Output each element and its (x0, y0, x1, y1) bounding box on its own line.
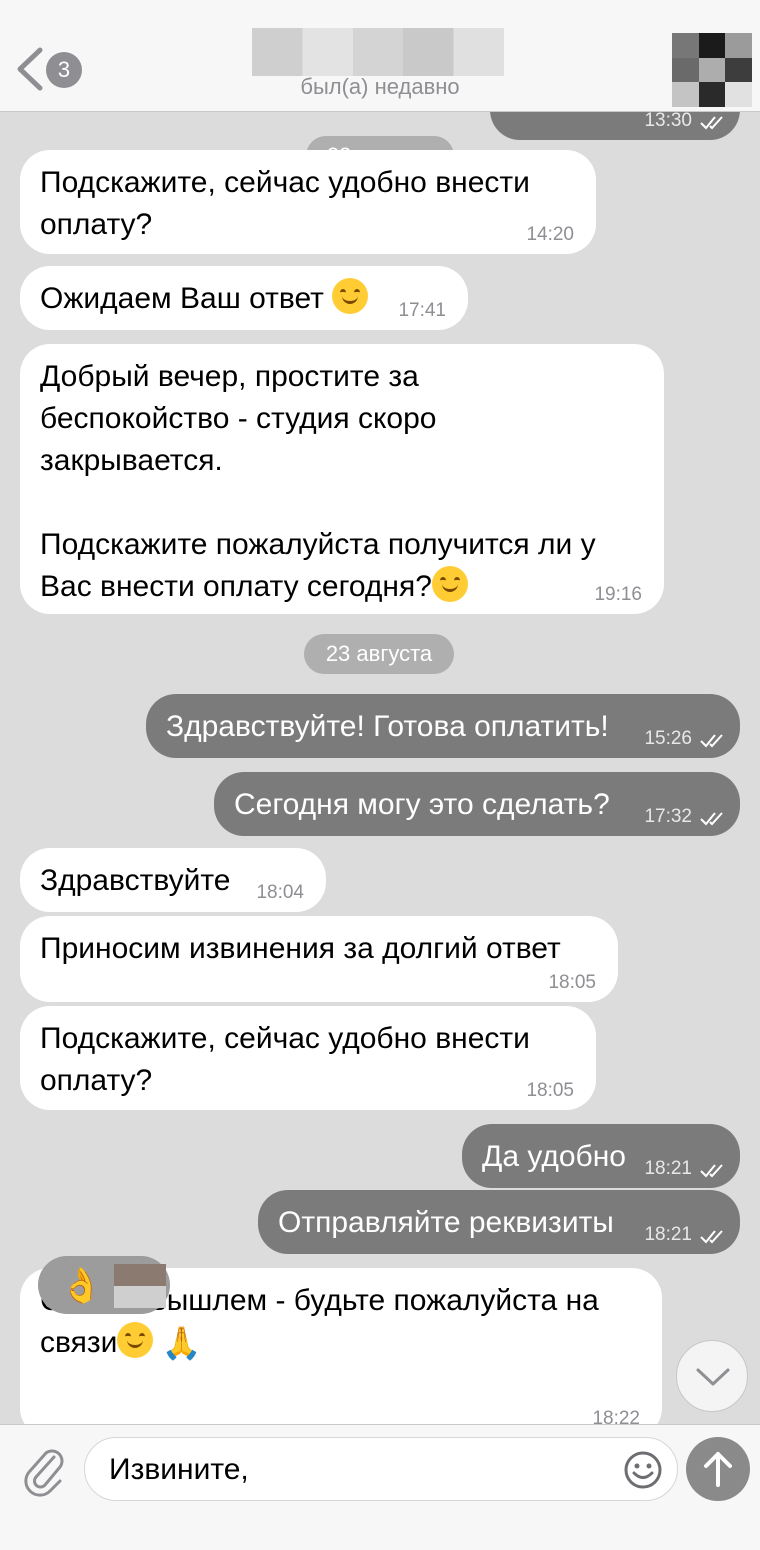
avatar[interactable] (672, 33, 752, 107)
message-time: 17:41 (398, 300, 446, 321)
message-incoming[interactable]: Приносим извинения за долгий ответ 18:05 (20, 916, 618, 1002)
message-outgoing[interactable]: Сегодня могу это сделать? 17:32 (214, 772, 740, 836)
message-text: Здравствуйте! Готова оплатить! (166, 710, 609, 743)
contact-name-blurred[interactable] (252, 28, 504, 76)
message-text: Приносим извинения за долгий ответ (40, 932, 561, 965)
double-check-icon (700, 734, 723, 748)
reaction-pill[interactable]: 👌 (38, 1256, 170, 1314)
message-text: Подскажите, сейчас удобно внести оплату? (40, 166, 530, 241)
message-outgoing[interactable]: Отправляйте реквизиты 18:21 (258, 1190, 740, 1254)
message-text: Да удобно (482, 1140, 626, 1173)
smiley-icon[interactable] (623, 1450, 663, 1490)
message-text: Здравствуйте (40, 864, 231, 897)
message-text: Сегодня могу это сделать? (234, 788, 610, 821)
reactor-avatar-blurred (114, 1264, 166, 1308)
message-time: 18:22 (592, 1408, 640, 1424)
message-incoming[interactable]: Здравствуйте 18:04 (20, 848, 326, 912)
message-incoming[interactable]: Добрый вечер, простите за беспокойство -… (20, 344, 664, 614)
paperclip-icon[interactable] (20, 1441, 66, 1497)
message-text: Ожидаем Ваш ответ (40, 282, 333, 315)
message-incoming[interactable]: Подскажите, сейчас удобно внести оплату?… (20, 150, 596, 254)
ok-hand-emoji-icon: 👌 (60, 1267, 103, 1305)
double-check-icon (700, 116, 723, 130)
chevron-down-icon (696, 1368, 730, 1386)
message-text: Подскажите, сейчас удобно внести оплату? (40, 1022, 530, 1097)
message-time: 17:32 (644, 806, 692, 827)
message-input[interactable]: Извините, (84, 1437, 678, 1501)
chat-header: 3 был(а) недавно (0, 0, 760, 112)
message-time: 18:05 (526, 1080, 574, 1101)
message-time: 14:20 (526, 224, 574, 245)
message-time: 13:30 (644, 112, 692, 131)
message-text: Отправляйте реквизиты (278, 1206, 614, 1239)
double-check-icon (700, 812, 723, 826)
message-time: 15:26 (644, 728, 692, 749)
smiling-emoji-icon (431, 566, 468, 602)
double-check-icon (700, 1230, 723, 1244)
message-outgoing[interactable]: Да удобно 18:21 (462, 1124, 740, 1188)
contact-status: был(а) недавно (300, 74, 460, 99)
message-incoming[interactable]: Подскажите, сейчас удобно внести оплату?… (20, 1006, 596, 1110)
date-separator: 23 августа (304, 634, 454, 674)
message-time: 18:05 (548, 972, 596, 993)
message-text: Добрый вечер, простите за беспокойство -… (40, 360, 596, 603)
message-input-text: Извините, (109, 1453, 249, 1486)
composer-bar: Извините, (0, 1424, 760, 1550)
smiling-emoji-icon (332, 278, 369, 314)
message-time: 19:16 (594, 584, 642, 605)
message-outgoing[interactable]: Здравствуйте! Готова оплатить! 15:26 (146, 694, 740, 758)
arrow-up-icon (704, 1452, 732, 1487)
message-time: 18:21 (644, 1224, 692, 1245)
send-button[interactable] (686, 1437, 750, 1501)
double-check-icon (700, 1164, 723, 1178)
message-list[interactable]: 13:30 22 августа Подскажите, сейчас удоб… (0, 112, 760, 1424)
folded-hands-emoji-icon: 🙏 (161, 1325, 202, 1361)
scroll-to-bottom-button[interactable] (676, 1340, 748, 1412)
smiling-emoji-icon (117, 1322, 154, 1358)
message-time: 18:04 (256, 882, 304, 903)
message-outgoing[interactable]: 13:30 (490, 112, 740, 140)
message-time: 18:21 (644, 1158, 692, 1179)
message-incoming[interactable]: Ожидаем Ваш ответ 17:41 (20, 266, 468, 330)
